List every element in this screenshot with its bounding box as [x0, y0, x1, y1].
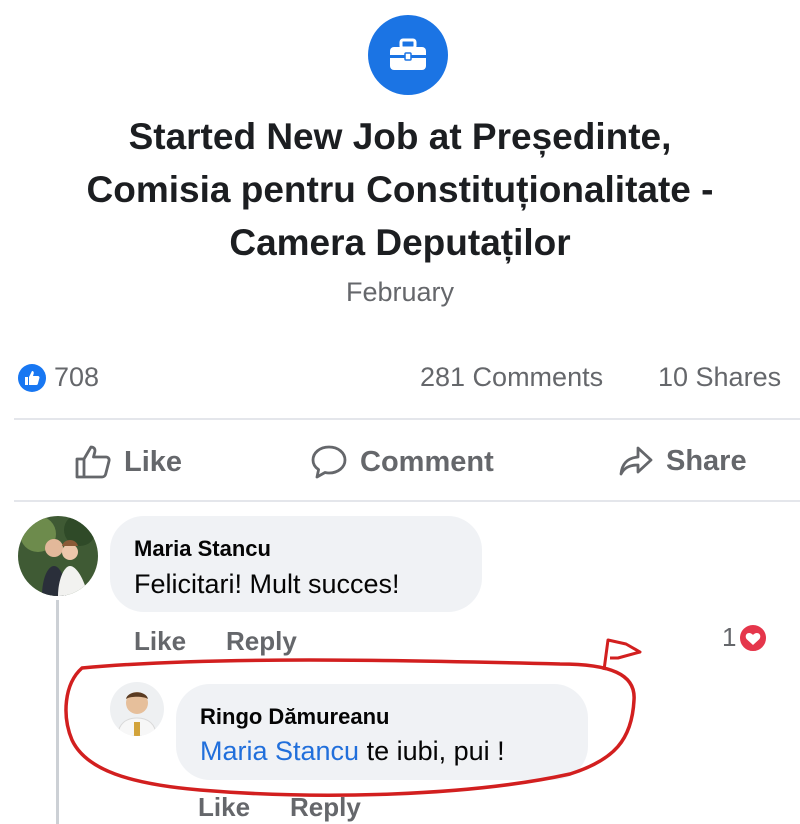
red-annotation-outline — [64, 638, 642, 797]
